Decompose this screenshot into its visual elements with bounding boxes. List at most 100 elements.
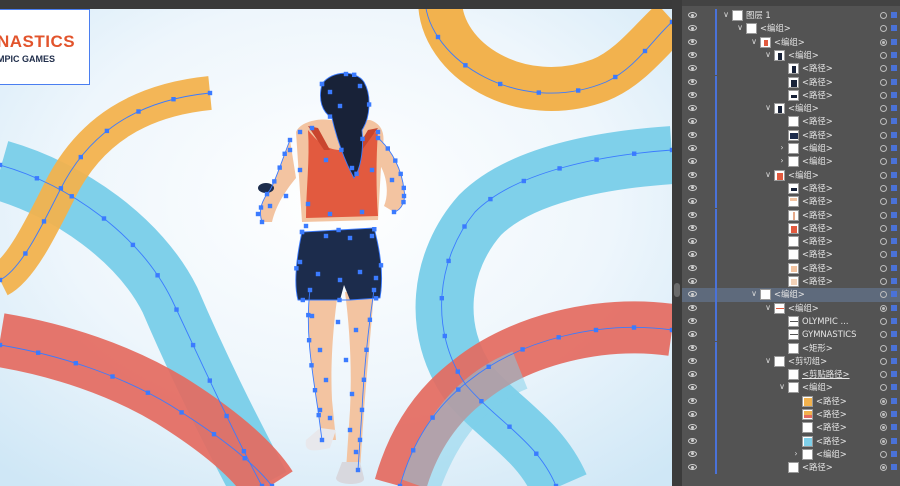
target-circle-icon[interactable] (880, 118, 887, 126)
visibility-eye-icon[interactable] (688, 424, 697, 431)
chevron-down-icon[interactable]: ∨ (764, 356, 772, 366)
target-circle-icon[interactable] (880, 411, 887, 418)
visibility-eye-icon[interactable] (688, 291, 697, 298)
layer-row[interactable]: <路径> (682, 261, 900, 275)
selection-square[interactable] (891, 450, 897, 457)
visibility-eye-icon[interactable] (688, 264, 697, 271)
selection-square[interactable] (891, 344, 897, 351)
visibility-eye-icon[interactable] (688, 411, 697, 417)
lock-toggle[interactable] (702, 130, 712, 141)
lock-toggle[interactable] (702, 303, 712, 314)
layer-name[interactable]: <编组> (816, 448, 847, 461)
layer-row[interactable]: OLYMPIC ... (682, 314, 900, 329)
selection-square[interactable] (891, 371, 897, 378)
selection-square[interactable] (891, 38, 897, 45)
anchor-point[interactable] (357, 269, 363, 275)
layer-name[interactable]: <编组> (788, 302, 819, 315)
layer-row[interactable]: <路径> (682, 195, 900, 209)
layer-row[interactable]: ∨ 图层 1 (682, 9, 900, 23)
visibility-eye-icon[interactable] (688, 357, 697, 364)
layer-row[interactable]: ∨ <编组> (682, 35, 900, 49)
target-circle-icon[interactable] (880, 158, 887, 166)
visibility-eye-icon[interactable] (688, 450, 697, 457)
visibility-eye-icon[interactable] (688, 304, 697, 311)
visibility-eye-icon[interactable] (688, 198, 697, 205)
lock-toggle[interactable] (702, 50, 712, 61)
layer-row[interactable]: <路径> (682, 62, 900, 76)
anchor-point[interactable] (375, 129, 381, 135)
anchor-point[interactable] (309, 313, 315, 319)
target-circle-icon[interactable] (880, 224, 887, 232)
target-circle-icon[interactable] (880, 278, 887, 285)
visibility-eye-icon[interactable] (688, 317, 697, 324)
layer-row[interactable]: ∨ <编组> (682, 168, 900, 182)
selection-square[interactable] (891, 238, 897, 245)
target-circle-icon[interactable] (880, 357, 887, 365)
chevron-down-icon[interactable]: ∨ (736, 23, 744, 33)
target-circle-icon[interactable] (880, 464, 887, 472)
visibility-eye-icon[interactable] (688, 397, 697, 404)
selection-square[interactable] (891, 211, 897, 218)
layer-name[interactable]: <编组> (774, 288, 805, 301)
layer-name[interactable]: <编组> (802, 381, 833, 394)
layer-name[interactable]: <路径> (816, 435, 847, 448)
target-circle-icon[interactable] (880, 344, 887, 352)
selection-square[interactable] (891, 158, 897, 165)
target-circle-icon[interactable] (880, 145, 887, 152)
layer-row[interactable]: ∨ <编组> (682, 48, 900, 63)
layer-name[interactable]: <编组> (774, 36, 805, 49)
visibility-eye-icon[interactable] (688, 238, 697, 245)
anchor-point[interactable] (309, 125, 315, 131)
visibility-eye-icon[interactable] (688, 158, 697, 165)
anchor-point[interactable] (359, 209, 365, 215)
layer-row[interactable]: <路径> (682, 208, 900, 222)
lock-toggle[interactable] (702, 196, 712, 207)
target-circle-icon[interactable] (880, 424, 887, 432)
anchor-point[interactable] (349, 165, 355, 171)
layer-name[interactable]: <路径> (802, 182, 833, 195)
lock-toggle[interactable] (702, 223, 712, 234)
anchor-point[interactable] (337, 277, 343, 283)
lock-toggle[interactable] (702, 37, 712, 48)
anchor-point[interactable] (369, 233, 375, 239)
layer-row[interactable]: › <编组> (682, 447, 900, 462)
layer-row[interactable]: <路径> (682, 408, 900, 422)
layer-name[interactable]: <编组> (802, 155, 833, 168)
target-circle-icon[interactable] (880, 397, 887, 405)
layer-row[interactable]: <路径> (682, 275, 900, 289)
target-circle-icon[interactable] (880, 238, 887, 246)
target-circle-icon[interactable] (880, 25, 887, 33)
layer-name[interactable]: <路径> (816, 408, 847, 421)
target-circle-icon[interactable] (880, 12, 887, 19)
chevron-down-icon[interactable]: ∨ (750, 37, 758, 47)
lock-toggle[interactable] (702, 63, 712, 74)
lock-toggle[interactable] (702, 10, 712, 21)
layer-name[interactable]: <路径> (802, 115, 833, 128)
visibility-eye-icon[interactable] (688, 51, 697, 58)
visibility-eye-icon[interactable] (688, 184, 697, 191)
layer-name[interactable]: <编组> (788, 49, 819, 62)
anchor-point[interactable] (315, 271, 321, 277)
layer-row[interactable]: <路径> (682, 181, 900, 196)
anchor-point[interactable] (349, 391, 355, 397)
layer-name[interactable]: <路径> (802, 195, 833, 208)
target-circle-icon[interactable] (880, 198, 887, 206)
selection-square[interactable] (891, 184, 897, 191)
selection-square[interactable] (891, 65, 897, 72)
visibility-eye-icon[interactable] (688, 331, 697, 338)
lock-toggle[interactable] (702, 436, 712, 447)
target-circle-icon[interactable] (880, 371, 887, 379)
lock-toggle[interactable] (702, 449, 712, 460)
anchor-point[interactable] (323, 233, 329, 239)
selection-square[interactable] (891, 424, 897, 431)
layer-row[interactable]: ∨ <剪切组> (682, 354, 900, 369)
layer-row[interactable]: ∨ <编组> (682, 381, 900, 395)
selection-square[interactable] (891, 437, 897, 444)
layer-name[interactable]: OLYMPIC ... (802, 315, 849, 328)
visibility-eye-icon[interactable] (688, 278, 697, 284)
anchor-point[interactable] (389, 177, 395, 183)
anchor-point[interactable] (267, 203, 273, 209)
anchor-point[interactable] (323, 377, 329, 383)
poster-title-card[interactable]: NASTICS MPIC GAMES (0, 9, 90, 85)
layer-name[interactable]: <编组> (760, 22, 791, 35)
